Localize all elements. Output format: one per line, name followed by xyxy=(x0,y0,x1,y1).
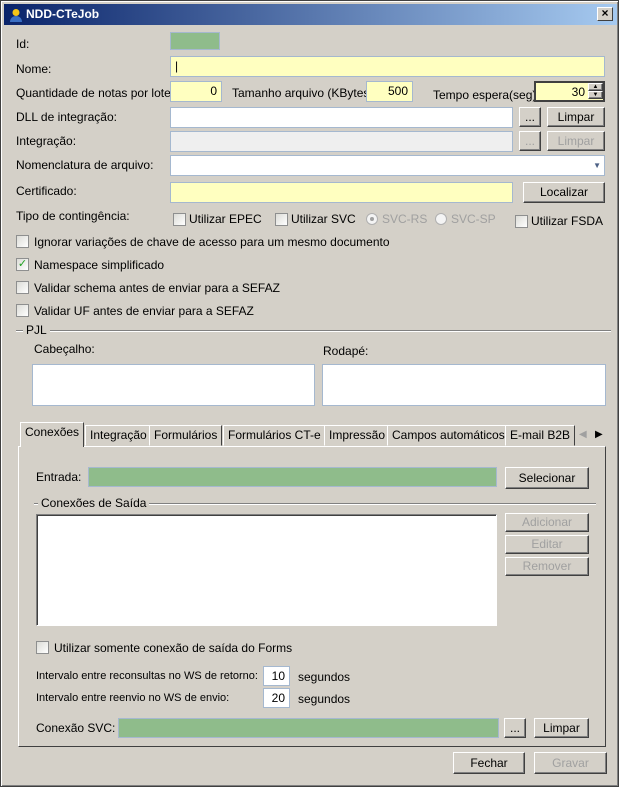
entrada-label: Entrada: xyxy=(36,470,82,484)
spin-down-icon[interactable]: ▼ xyxy=(588,91,603,99)
qtd-input[interactable]: 0 xyxy=(170,81,222,102)
rodape-label: Rodapé: xyxy=(323,344,369,358)
window-title: NDD-CTeJob xyxy=(26,7,100,21)
contingencia-label: Tipo de contingência: xyxy=(16,209,130,223)
rodape-textarea[interactable] xyxy=(322,364,606,406)
qtd-label: Quantidade de notas por lote: xyxy=(16,86,175,100)
tab-conexoes[interactable]: Conexões xyxy=(20,422,85,447)
certificado-input[interactable] xyxy=(170,182,513,203)
tab-impressao[interactable]: Impressão xyxy=(324,425,391,446)
tab-email-b2b[interactable]: E-mail B2B xyxy=(505,425,576,446)
dll-input[interactable] xyxy=(170,107,513,128)
remover-button[interactable]: Remover xyxy=(505,557,589,576)
dialog-window: NDD-CTeJob × Id: Nome: | Quantidade de n… xyxy=(0,0,619,787)
svc-sp-radio[interactable] xyxy=(435,213,447,225)
certificado-label: Certificado: xyxy=(16,184,77,198)
option-label: Ignorar variações de chave de acesso par… xyxy=(34,235,390,249)
option-checkbox[interactable] xyxy=(16,281,29,294)
option-label: Validar schema antes de enviar para a SE… xyxy=(34,281,280,295)
epec-label: Utilizar EPEC xyxy=(189,212,262,226)
somente-forms-label: Utilizar somente conexão de saída do For… xyxy=(54,641,293,655)
dll-label: DLL de integração: xyxy=(16,110,117,124)
svc-conexao-field xyxy=(118,718,499,738)
gravar-button[interactable]: Gravar xyxy=(534,752,607,774)
nome-input[interactable]: | xyxy=(170,56,605,77)
tamanho-label: Tamanho arquivo (KBytes): xyxy=(232,86,377,100)
tab-formularios-cte[interactable]: Formulários CT-e xyxy=(223,425,326,446)
integracao-limpar-button[interactable]: Limpar xyxy=(547,131,605,151)
svc-rs-radio[interactable] xyxy=(366,213,378,225)
tab-campos-automaticos[interactable]: Campos automáticos xyxy=(387,425,510,446)
svc-checkbox[interactable] xyxy=(275,213,288,226)
title-bar: NDD-CTeJob × xyxy=(4,4,617,25)
tempo-label: Tempo espera(seg): xyxy=(433,88,540,102)
tab-scroll-right-icon[interactable]: ▶ xyxy=(595,429,603,440)
nomenclatura-label: Nomenclatura de arquivo: xyxy=(16,158,154,172)
tab-scroll-left-icon[interactable]: ◀ xyxy=(579,429,587,440)
user-icon xyxy=(10,9,22,22)
svc-rs-label: SVC-RS xyxy=(382,212,428,226)
tamanho-input[interactable]: 500 xyxy=(366,81,413,102)
option-checkbox[interactable]: ✓ xyxy=(16,258,29,271)
integracao-label: Integração: xyxy=(16,134,77,148)
reenvio-label: Intervalo entre reenvio no WS de envio: xyxy=(36,692,230,704)
fsda-checkbox[interactable] xyxy=(515,215,528,228)
cabecalho-textarea[interactable] xyxy=(32,364,315,406)
dll-browse-button[interactable]: ... xyxy=(519,107,541,127)
epec-checkbox[interactable] xyxy=(173,213,186,226)
editar-button[interactable]: Editar xyxy=(505,535,589,554)
selecionar-button[interactable]: Selecionar xyxy=(505,467,589,489)
segundos-label: segundos xyxy=(298,670,351,684)
integracao-input xyxy=(170,131,513,152)
svc-limpar-button[interactable]: Limpar xyxy=(534,718,589,738)
option-checkbox[interactable] xyxy=(16,235,29,248)
entrada-field xyxy=(88,467,497,487)
tab-formularios[interactable]: Formulários xyxy=(149,425,223,446)
option-checkbox[interactable] xyxy=(16,304,29,317)
reconsultas-input[interactable]: 10 xyxy=(263,666,290,686)
reconsultas-label: Intervalo entre reconsultas no WS de ret… xyxy=(36,670,258,682)
option-label: Validar UF antes de enviar para a SEFAZ xyxy=(34,304,254,318)
somente-forms-checkbox[interactable] xyxy=(36,641,49,654)
dll-limpar-button[interactable]: Limpar xyxy=(547,107,605,127)
saida-label: Conexões de Saída xyxy=(38,496,150,510)
svc-sp-label: SVC-SP xyxy=(451,212,496,226)
pjl-label: PJL xyxy=(23,323,50,337)
fsda-label: Utilizar FSDA xyxy=(531,214,604,228)
id-label: Id: xyxy=(16,37,30,51)
saida-listbox[interactable] xyxy=(36,514,497,626)
localizar-button[interactable]: Localizar xyxy=(523,182,605,203)
id-field xyxy=(170,32,220,50)
tab-integracao[interactable]: Integração xyxy=(85,425,152,446)
spin-up-icon[interactable]: ▲ xyxy=(588,83,603,91)
svc-browse-button[interactable]: ... xyxy=(504,718,526,738)
segundos-label: segundos xyxy=(298,692,351,706)
option-label: Namespace simplificado xyxy=(34,258,165,272)
integracao-browse-button[interactable]: ... xyxy=(519,131,541,151)
svc-label: Utilizar SVC xyxy=(291,212,356,226)
close-button[interactable]: × xyxy=(597,7,613,21)
reenvio-input[interactable]: 20 xyxy=(263,688,290,708)
adicionar-button[interactable]: Adicionar xyxy=(505,513,589,532)
svc-conexao-label: Conexão SVC: xyxy=(36,721,116,735)
nomenclatura-select[interactable]: ▼ xyxy=(170,155,605,176)
chevron-down-icon: ▼ xyxy=(593,161,601,170)
cabecalho-label: Cabeçalho: xyxy=(34,342,95,356)
nome-label: Nome: xyxy=(16,62,52,76)
fechar-button[interactable]: Fechar xyxy=(453,752,525,774)
pjl-group-line xyxy=(16,330,611,332)
